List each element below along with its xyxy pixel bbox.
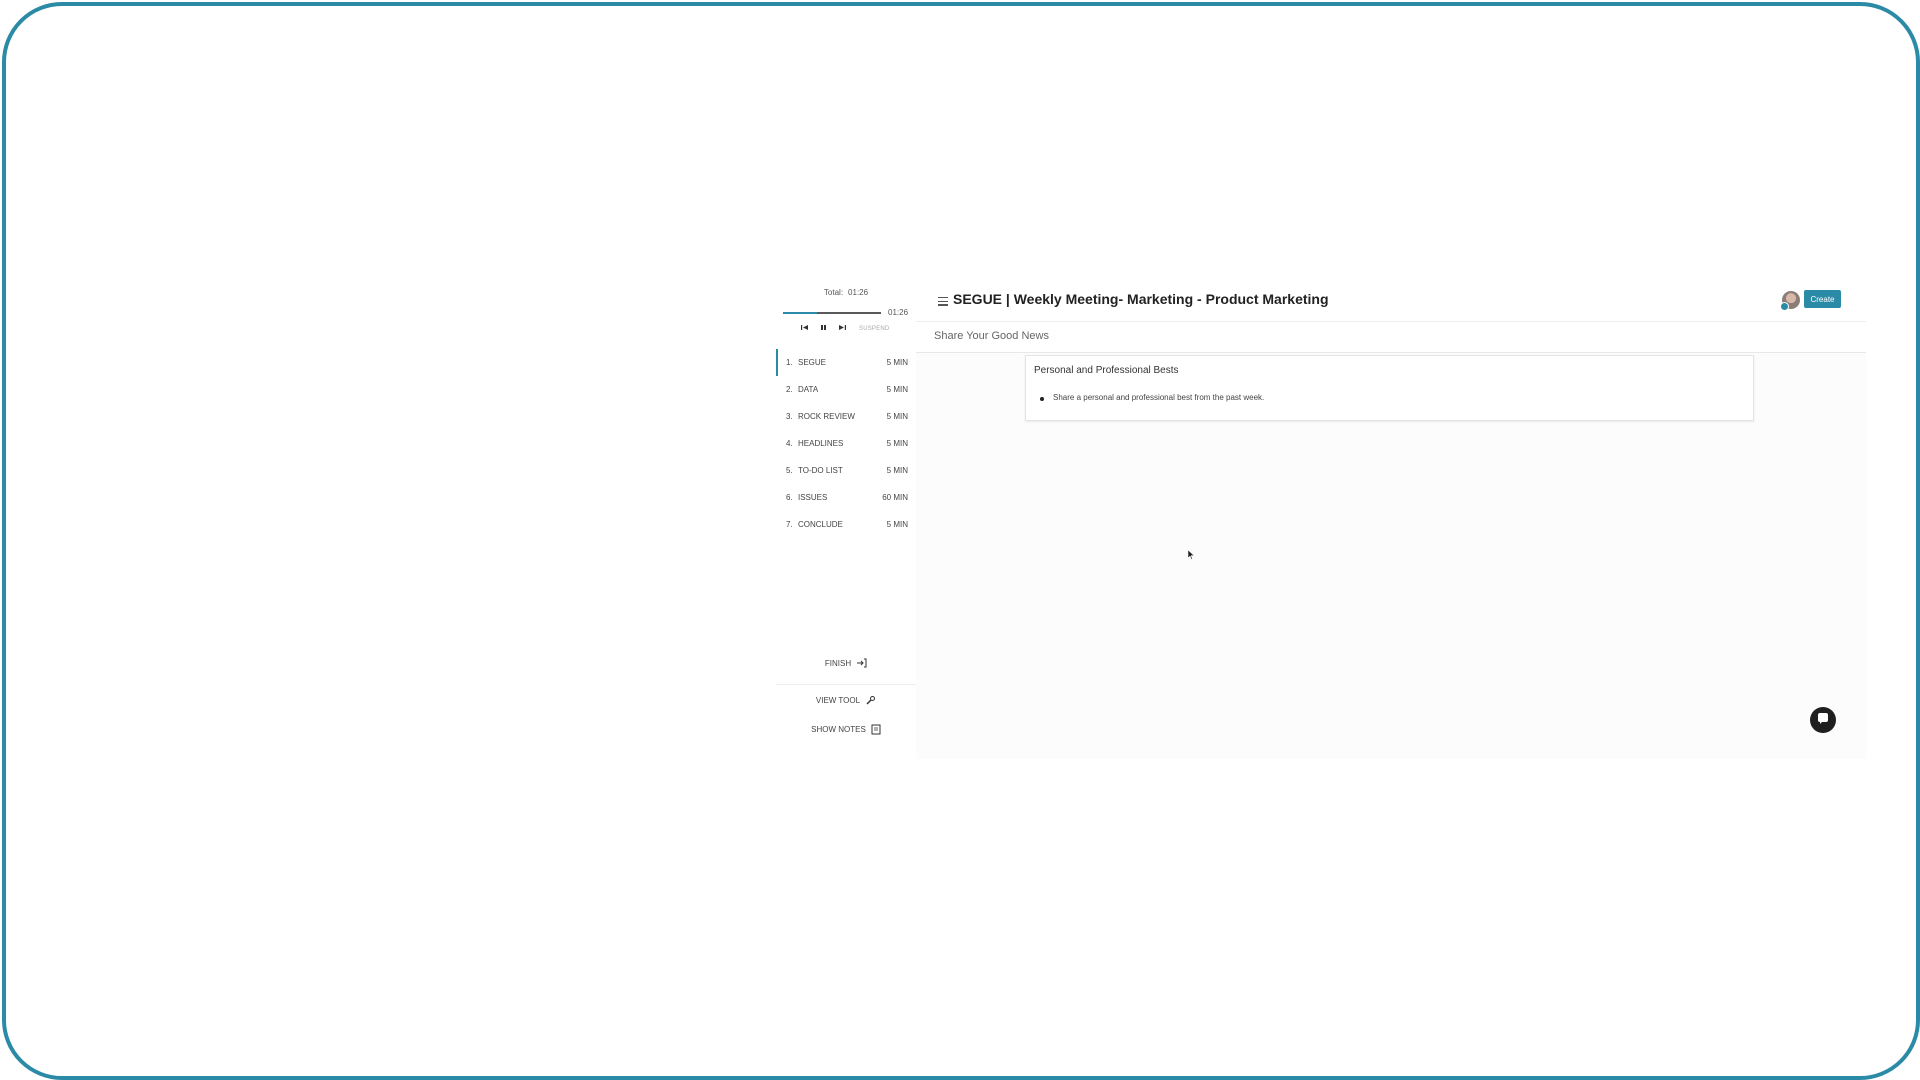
agenda-item-label: HEADLINES bbox=[798, 439, 844, 448]
chat-icon bbox=[1817, 711, 1829, 729]
agenda-item-label: ISSUES bbox=[798, 493, 828, 502]
agenda-item-number: 5. bbox=[786, 466, 793, 475]
agenda-item-issues[interactable]: 6. ISSUES 60 MIN bbox=[776, 484, 916, 511]
agenda-item-rock-review[interactable]: 3. ROCK REVIEW 5 MIN bbox=[776, 403, 916, 430]
agenda-item-to-do-list[interactable]: 5. TO-DO LIST 5 MIN bbox=[776, 457, 916, 484]
sidebar-divider bbox=[776, 684, 916, 685]
agenda-item-number: 4. bbox=[786, 439, 793, 448]
total-value: 01:26 bbox=[848, 288, 869, 297]
elapsed-time: 01:26 bbox=[888, 308, 909, 317]
agenda-item-duration: 5 MIN bbox=[886, 358, 908, 367]
meeting-app: Total: 01:26 01:26 SUSPEND 1. SEGUE 5 MIN bbox=[776, 281, 1866, 759]
section-title: Share Your Good News bbox=[934, 330, 1049, 342]
view-tool-button[interactable]: VIEW TOOL bbox=[776, 695, 916, 706]
agenda-item-duration: 60 MIN bbox=[882, 493, 908, 502]
agenda-list: 1. SEGUE 5 MIN 2. DATA 5 MIN 3. ROCK REV… bbox=[776, 349, 916, 538]
finish-button[interactable]: FINISH bbox=[776, 658, 916, 668]
sidebar: Total: 01:26 01:26 SUSPEND 1. SEGUE 5 MIN bbox=[776, 281, 917, 759]
avatar[interactable] bbox=[1780, 291, 1800, 311]
agenda-item-duration: 5 MIN bbox=[886, 520, 908, 529]
show-notes-label: SHOW NOTES bbox=[811, 725, 866, 734]
section-header: Share Your Good News bbox=[916, 322, 1866, 353]
create-button[interactable]: Create bbox=[1804, 290, 1841, 308]
agenda-item-duration: 5 MIN bbox=[886, 385, 908, 394]
agenda-item-headlines[interactable]: 4. HEADLINES 5 MIN bbox=[776, 430, 916, 457]
timer-controls: SUSPEND bbox=[801, 323, 889, 335]
card-title: Personal and Professional Bests bbox=[1034, 365, 1179, 376]
finish-label: FINISH bbox=[824, 658, 852, 668]
next-icon[interactable] bbox=[839, 324, 846, 335]
suspend-button[interactable]: SUSPEND bbox=[859, 326, 889, 332]
avatar-status-badge bbox=[1780, 302, 1789, 311]
total-label: Total: bbox=[823, 288, 844, 297]
agenda-item-duration: 5 MIN bbox=[886, 439, 908, 448]
agenda-item-number: 6. bbox=[786, 493, 793, 502]
agenda-item-label: TO-DO LIST bbox=[798, 466, 843, 475]
bullet-dot bbox=[1040, 397, 1044, 401]
agenda-item-segue[interactable]: 1. SEGUE 5 MIN bbox=[776, 349, 916, 376]
timer-progress-fill bbox=[783, 312, 818, 314]
page-title: SEGUE | Weekly Meeting- Marketing - Prod… bbox=[953, 291, 1329, 307]
agenda-item-label: ROCK REVIEW bbox=[798, 412, 855, 421]
show-notes-button[interactable]: SHOW NOTES bbox=[776, 724, 916, 735]
chat-button[interactable] bbox=[1810, 707, 1836, 733]
main-content: SEGUE | Weekly Meeting- Marketing - Prod… bbox=[916, 281, 1866, 759]
agenda-item-number: 7. bbox=[786, 520, 793, 529]
timer-progress-bar bbox=[783, 312, 881, 314]
view-tool-label: VIEW TOOL bbox=[815, 696, 861, 705]
mouse-cursor-icon bbox=[1187, 547, 1195, 565]
agenda-item-conclude[interactable]: 7. CONCLUDE 5 MIN bbox=[776, 511, 916, 538]
notes-icon bbox=[871, 724, 881, 735]
agenda-item-duration: 5 MIN bbox=[886, 466, 908, 475]
finish-exit-icon bbox=[856, 658, 867, 668]
agenda-item-number: 2. bbox=[786, 385, 793, 394]
agenda-item-label: CONCLUDE bbox=[798, 520, 843, 529]
agenda-item-number: 3. bbox=[786, 412, 793, 421]
header-bar: SEGUE | Weekly Meeting- Marketing - Prod… bbox=[916, 281, 1866, 322]
agenda-item-data[interactable]: 2. DATA 5 MIN bbox=[776, 376, 916, 403]
agenda-item-duration: 5 MIN bbox=[886, 412, 908, 421]
agenda-item-number: 1. bbox=[786, 358, 793, 367]
pause-icon[interactable] bbox=[820, 324, 827, 335]
agenda-item-label: SEGUE bbox=[798, 358, 827, 367]
agenda-item-label: DATA bbox=[798, 385, 819, 394]
wrench-icon bbox=[865, 695, 876, 706]
menu-icon[interactable] bbox=[938, 297, 948, 308]
prev-icon[interactable] bbox=[801, 324, 808, 335]
card-bullet-text: Share a personal and professional best f… bbox=[1053, 393, 1265, 402]
prompt-card: Personal and Professional Bests Share a … bbox=[1025, 355, 1754, 421]
total-timer: Total: 01:26 bbox=[776, 288, 916, 297]
